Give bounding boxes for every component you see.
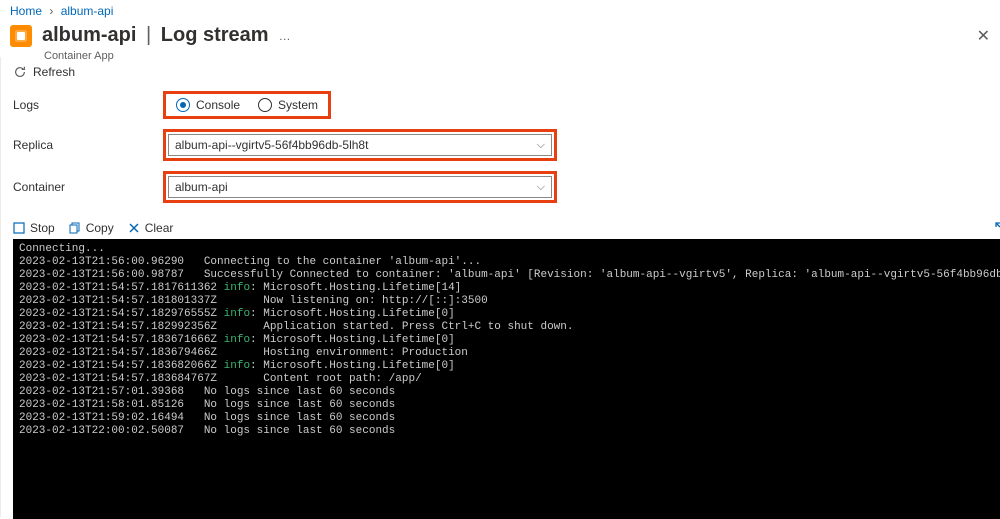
- breadcrumb-current[interactable]: album-api: [61, 4, 114, 18]
- log-line: 2023-02-13T21:54:57.182976555Z info: Mic…: [19, 308, 1000, 321]
- container-label: Container: [13, 180, 163, 194]
- log-line: 2023-02-13T21:54:57.183679466Z Hosting e…: [19, 347, 1000, 360]
- copy-icon: [69, 222, 82, 235]
- chevron-right-icon: ›: [49, 4, 53, 18]
- logs-label: Logs: [13, 98, 163, 112]
- log-terminal[interactable]: Connecting...2023-02-13T21:56:00.96290 C…: [13, 239, 1000, 519]
- chevron-down-icon: ⌵: [537, 181, 545, 194]
- clear-button[interactable]: Clear: [128, 221, 174, 235]
- maximize-button[interactable]: Maximize: [995, 221, 1000, 235]
- log-line: 2023-02-13T21:56:00.98787 Successfully C…: [19, 269, 1000, 282]
- replica-label: Replica: [13, 138, 163, 152]
- log-line: 2023-02-13T21:54:57.183682066Z info: Mic…: [19, 360, 1000, 373]
- stop-icon: [13, 222, 26, 235]
- maximize-icon: [995, 222, 1000, 234]
- clear-icon: [128, 222, 141, 235]
- refresh-button[interactable]: Refresh: [13, 65, 1000, 79]
- radio-icon: [258, 98, 272, 112]
- refresh-label: Refresh: [33, 65, 75, 79]
- container-app-icon: [10, 25, 32, 47]
- close-button[interactable]: ✕: [977, 26, 990, 46]
- container-value: album-api: [175, 180, 228, 194]
- page-title: album-api | Log stream: [42, 24, 269, 47]
- copy-button[interactable]: Copy: [69, 221, 114, 235]
- log-line: 2023-02-13T22:00:02.50087 No logs since …: [19, 425, 1000, 438]
- radio-system-label: System: [278, 98, 318, 112]
- content-pane: Refresh Logs Console System Replica albu…: [1, 57, 1000, 517]
- replica-value: album-api--vgirtv5-56f4bb96db-5lh8t: [175, 138, 368, 152]
- log-line: 2023-02-13T21:54:57.183671666Z info: Mic…: [19, 334, 1000, 347]
- chevron-down-icon: ⌵: [537, 139, 545, 152]
- log-line: 2023-02-13T21:54:57.183684767Z Content r…: [19, 373, 1000, 386]
- more-button[interactable]: …: [279, 29, 292, 43]
- page-title-app: album-api: [42, 24, 136, 46]
- container-select[interactable]: album-api ⌵: [168, 176, 552, 198]
- radio-system[interactable]: System: [258, 98, 318, 112]
- radio-console-label: Console: [196, 98, 240, 112]
- radio-console[interactable]: Console: [176, 98, 240, 112]
- logs-radio-group: Console System: [163, 91, 331, 119]
- log-line: 2023-02-13T21:54:57.182992356Z Applicati…: [19, 321, 1000, 334]
- page-header: album-api | Log stream … Container App ✕: [0, 22, 1000, 57]
- log-line: Connecting...: [19, 243, 1000, 256]
- page-title-section: Log stream: [161, 24, 269, 46]
- log-line: 2023-02-13T21:57:01.39368 No logs since …: [19, 386, 1000, 399]
- log-line: 2023-02-13T21:54:57.181801337Z Now liste…: [19, 295, 1000, 308]
- replica-select[interactable]: album-api--vgirtv5-56f4bb96db-5lh8t ⌵: [168, 134, 552, 156]
- breadcrumb: Home › album-api: [0, 0, 1000, 22]
- log-line: 2023-02-13T21:58:01.85126 No logs since …: [19, 399, 1000, 412]
- refresh-icon: [13, 65, 27, 79]
- log-line: 2023-02-13T21:56:00.96290 Connecting to …: [19, 256, 1000, 269]
- stop-button[interactable]: Stop: [13, 221, 55, 235]
- breadcrumb-home[interactable]: Home: [10, 4, 42, 18]
- radio-icon: [176, 98, 190, 112]
- log-line: 2023-02-13T21:59:02.16494 No logs since …: [19, 412, 1000, 425]
- log-line: 2023-02-13T21:54:57.1817611362 info: Mic…: [19, 282, 1000, 295]
